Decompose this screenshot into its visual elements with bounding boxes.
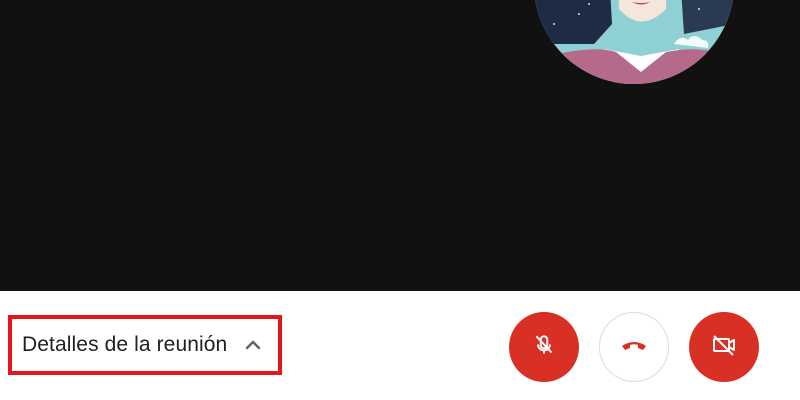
hang-up-button[interactable] [599,312,669,382]
hang-up-icon [619,330,649,365]
video-off-icon [710,331,738,364]
call-control-bar: Detalles de la reunión [0,291,800,400]
chevron-up-icon [243,335,263,355]
camera-toggle-button[interactable] [689,312,759,382]
meet-call-window: Detalles de la reunión [0,0,800,400]
participant-avatar [534,0,734,84]
meeting-details-label: Detalles de la reunión [22,333,228,356]
meeting-details-button[interactable]: Detalles de la reunión [8,315,282,375]
video-stage [0,0,800,291]
mic-off-icon [531,332,557,363]
microphone-toggle-button[interactable] [509,312,579,382]
